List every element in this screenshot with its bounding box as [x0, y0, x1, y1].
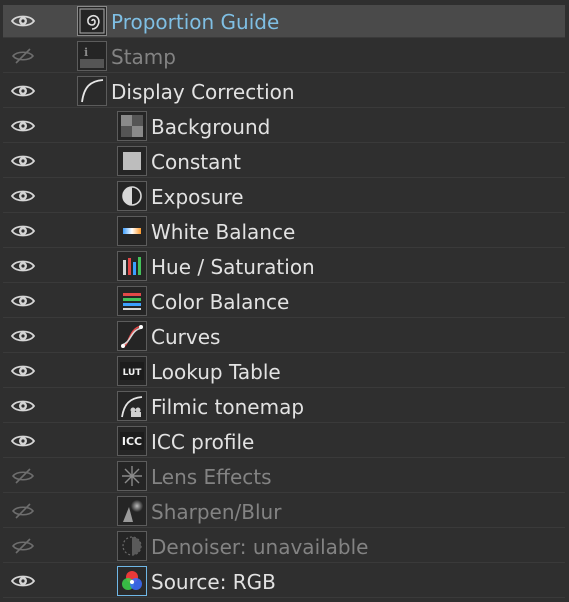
- rgb-source-icon: [117, 566, 147, 596]
- eye-icon[interactable]: [10, 82, 36, 100]
- eye-icon[interactable]: [10, 432, 36, 450]
- layer-label: Source: RGB: [151, 570, 276, 594]
- exposure-icon: [117, 181, 147, 211]
- layer-label: Constant: [151, 150, 241, 174]
- eye-icon[interactable]: [10, 362, 36, 380]
- layer-row[interactable]: LUT Lookup Table: [3, 355, 565, 388]
- layer-row[interactable]: Constant: [3, 145, 565, 178]
- layer-row[interactable]: ICC ICC profile: [3, 425, 565, 458]
- sharpen-blur-icon: [117, 496, 147, 526]
- layer-row[interactable]: Color Balance: [3, 285, 565, 318]
- white-balance-icon: [117, 216, 147, 246]
- layer-row[interactable]: Curves: [3, 320, 565, 353]
- eye-icon[interactable]: [10, 222, 36, 240]
- layer-row[interactable]: Exposure: [3, 180, 565, 213]
- layer-row[interactable]: Background: [3, 110, 565, 143]
- layer-label: Lookup Table: [151, 360, 281, 384]
- eye-hidden-icon[interactable]: [10, 47, 36, 65]
- eye-icon[interactable]: [10, 572, 36, 590]
- eye-icon[interactable]: [10, 117, 36, 135]
- layer-row[interactable]: Filmic tonemap: [3, 390, 565, 423]
- color-balance-icon: [117, 286, 147, 316]
- layer-label: Stamp: [111, 45, 176, 69]
- layer-row[interactable]: Proportion Guide: [3, 5, 565, 38]
- spiral-icon: [77, 6, 107, 36]
- layer-label: Curves: [151, 325, 221, 349]
- svg-text:i: i: [84, 46, 88, 59]
- icc-icon: ICC: [117, 426, 147, 456]
- layer-label: Exposure: [151, 185, 244, 209]
- layer-row[interactable]: Sharpen/Blur: [3, 495, 565, 528]
- layer-row[interactable]: i Stamp: [3, 40, 565, 73]
- eye-icon[interactable]: [10, 152, 36, 170]
- svg-text:ICC: ICC: [122, 435, 142, 448]
- layer-label: ICC profile: [151, 430, 255, 454]
- layer-label: Color Balance: [151, 290, 290, 314]
- square-icon: [117, 146, 147, 176]
- lut-icon: LUT: [117, 356, 147, 386]
- info-stamp-icon: i: [77, 41, 107, 71]
- curve-icon: [77, 76, 107, 106]
- layer-label: Sharpen/Blur: [151, 500, 282, 524]
- layer-label: White Balance: [151, 220, 296, 244]
- eye-icon[interactable]: [10, 187, 36, 205]
- layer-row[interactable]: Display Correction: [3, 75, 565, 108]
- layer-row[interactable]: Denoiser: unavailable: [3, 530, 565, 563]
- eye-icon[interactable]: [10, 327, 36, 345]
- hue-saturation-icon: [117, 251, 147, 281]
- eye-icon[interactable]: [10, 257, 36, 275]
- lens-effects-icon: [117, 461, 147, 491]
- denoiser-icon: [117, 531, 147, 561]
- layer-list: Proportion Guide i Stamp Display Correction…: [0, 0, 569, 602]
- layer-row[interactable]: Lens Effects: [3, 460, 565, 493]
- curves-icon: [117, 321, 147, 351]
- svg-text:LUT: LUT: [123, 368, 143, 378]
- eye-icon[interactable]: [10, 12, 36, 30]
- layer-row[interactable]: Source: RGB: [3, 565, 565, 598]
- layer-label: Denoiser: unavailable: [151, 535, 369, 559]
- layer-label: Display Correction: [111, 80, 295, 104]
- layer-row[interactable]: White Balance: [3, 215, 565, 248]
- eye-hidden-icon[interactable]: [10, 537, 36, 555]
- eye-hidden-icon[interactable]: [10, 467, 36, 485]
- layer-label: Background: [151, 115, 271, 139]
- eye-icon[interactable]: [10, 292, 36, 310]
- layer-label: Proportion Guide: [111, 10, 280, 34]
- layer-label: Lens Effects: [151, 465, 272, 489]
- eye-icon[interactable]: [10, 397, 36, 415]
- filmic-icon: [117, 391, 147, 421]
- layer-label: Hue / Saturation: [151, 255, 315, 279]
- eye-hidden-icon[interactable]: [10, 502, 36, 520]
- layer-label: Filmic tonemap: [151, 395, 305, 419]
- layer-row[interactable]: Hue / Saturation: [3, 250, 565, 283]
- checker-icon: [117, 111, 147, 141]
